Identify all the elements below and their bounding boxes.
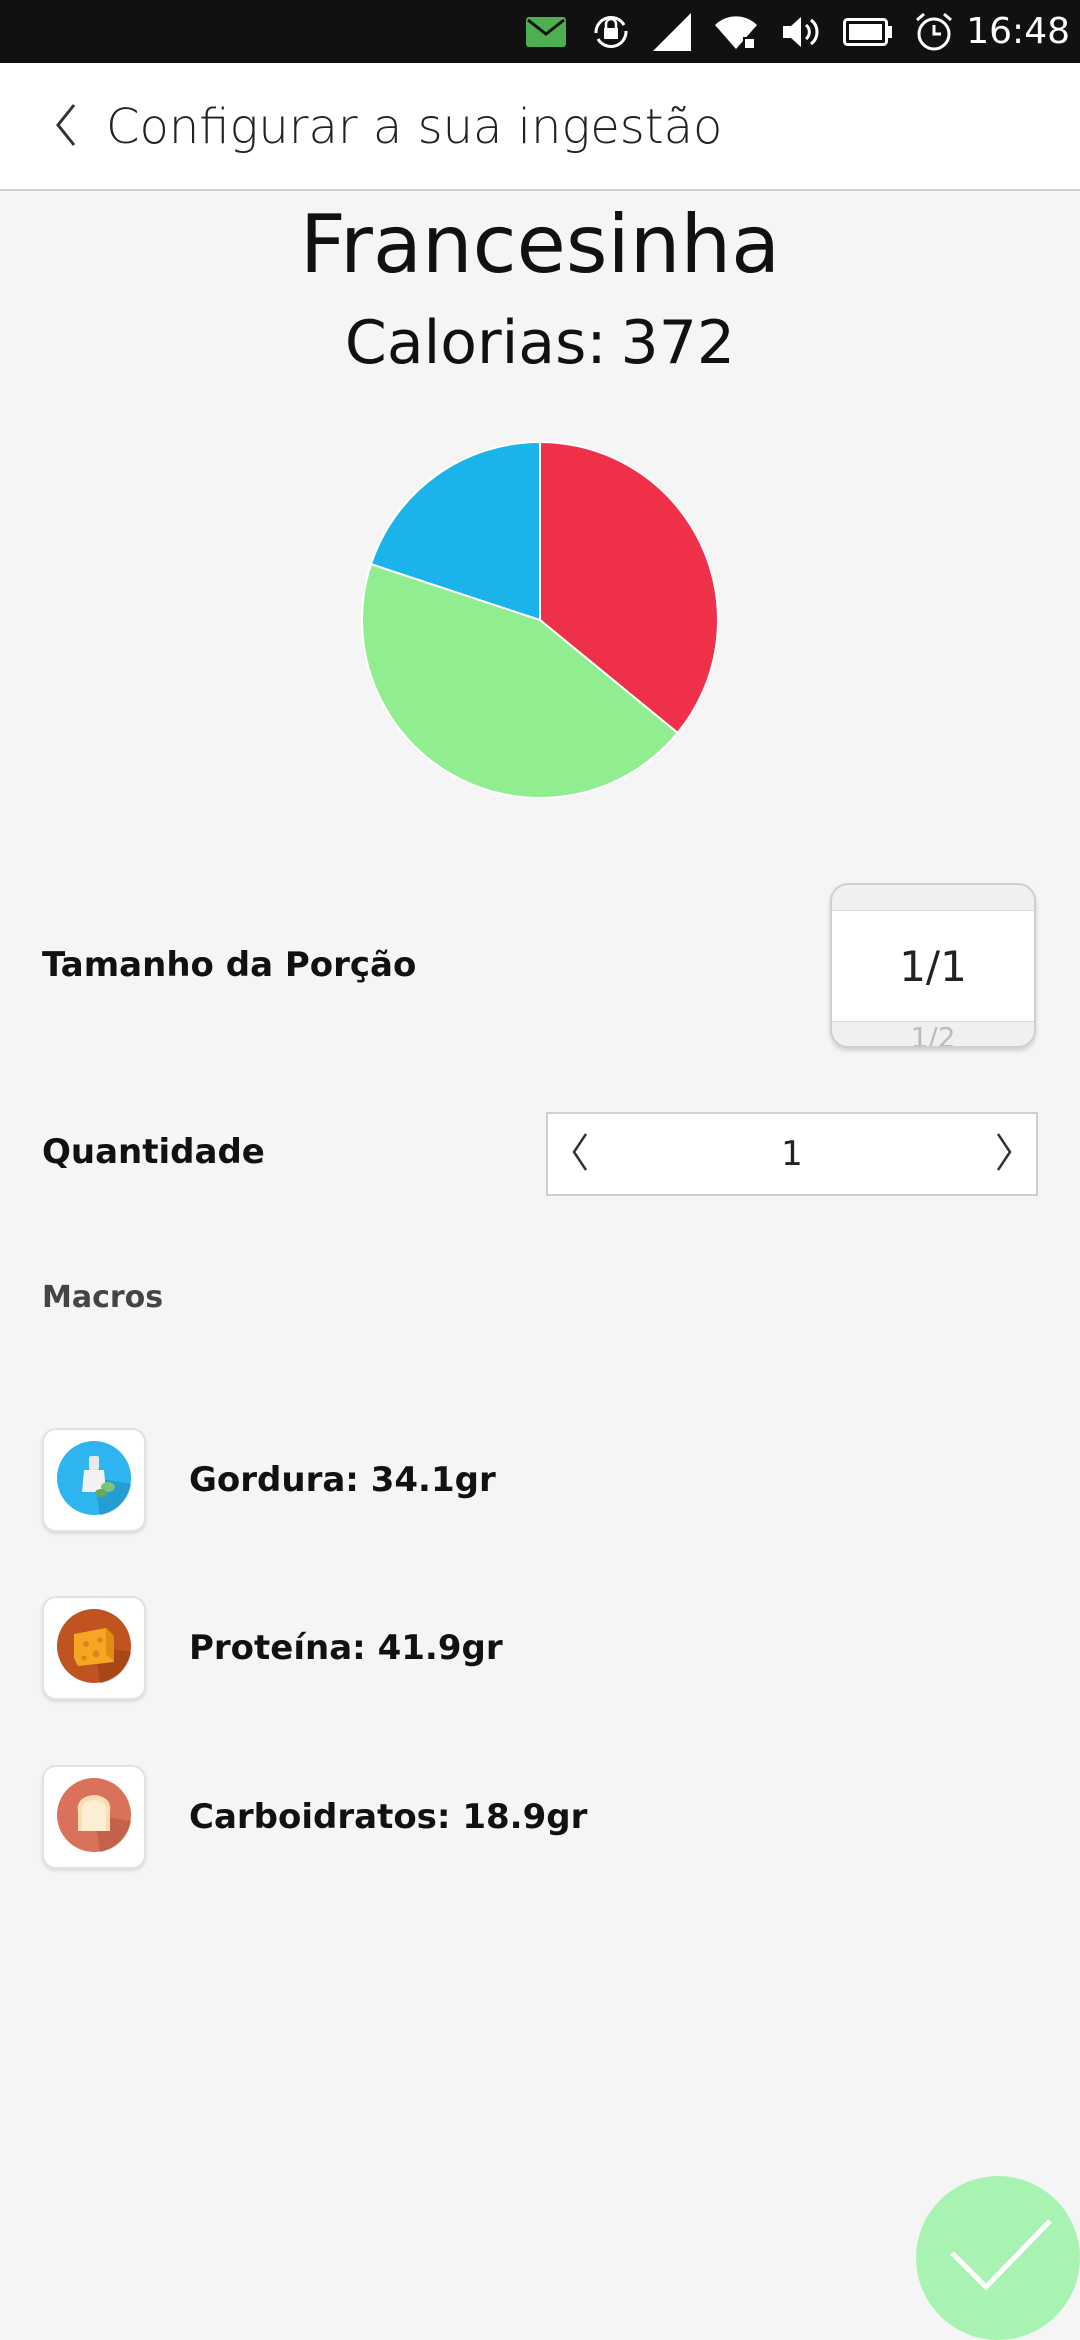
quantity-decrement-button[interactable] xyxy=(550,1114,610,1194)
macros-pie-chart xyxy=(360,440,720,800)
macros-section-label: Macros xyxy=(42,1280,164,1315)
confirm-button[interactable] xyxy=(916,2176,1080,2340)
volume-icon xyxy=(780,12,822,52)
chevron-left-icon xyxy=(570,1132,590,1176)
wifi-icon xyxy=(712,12,760,52)
alarm-icon xyxy=(912,12,956,52)
rotation-lock-icon xyxy=(588,12,634,52)
bread-icon xyxy=(56,1777,132,1857)
quantity-increment-button[interactable] xyxy=(974,1114,1034,1194)
calories-label: Calorias: xyxy=(344,308,607,378)
page-title: Configurar a sua ingestão xyxy=(106,99,723,155)
pie-chart-svg xyxy=(361,440,719,799)
portion-size-label: Tamanho da Porção xyxy=(42,945,417,985)
quantity-stepper[interactable]: 1 xyxy=(546,1112,1038,1196)
calories-text: Calorias: 372 xyxy=(0,305,1080,381)
fat-icon xyxy=(56,1440,132,1520)
back-button[interactable] xyxy=(36,93,96,161)
carbs-icon-tile xyxy=(42,1765,146,1869)
portion-next-option[interactable]: 1/2 xyxy=(832,1023,1034,1047)
chevron-right-icon xyxy=(994,1132,1014,1176)
list-item-carbs: Carboidratos: 18.9gr xyxy=(42,1765,1042,1869)
battery-icon xyxy=(842,12,894,52)
quantity-value[interactable]: 1 xyxy=(608,1114,976,1194)
calories-value: 372 xyxy=(620,308,736,378)
fat-macro-text: Gordura: 34.1gr xyxy=(189,1460,496,1500)
signal-icon xyxy=(652,12,692,52)
status-bar: 16:48 xyxy=(0,0,1080,63)
cheese-icon xyxy=(56,1608,132,1688)
quantity-label: Quantidade xyxy=(42,1132,265,1172)
header: Configurar a sua ingestão xyxy=(0,63,1080,191)
fat-icon-tile xyxy=(42,1428,146,1532)
protein-icon-tile xyxy=(42,1596,146,1700)
carbs-macro-text: Carboidratos: 18.9gr xyxy=(189,1797,588,1837)
protein-macro-text: Proteína: 41.9gr xyxy=(189,1628,503,1668)
list-item-protein: Proteína: 41.9gr xyxy=(42,1596,1042,1700)
list-item-fat: Gordura: 34.1gr xyxy=(42,1428,1042,1532)
message-icon xyxy=(525,12,567,52)
food-name: Francesinha xyxy=(299,198,781,291)
chevron-left-icon xyxy=(54,103,78,151)
status-time: 16:48 xyxy=(966,11,1070,52)
checkmark-icon xyxy=(938,2211,1058,2305)
portion-size-picker[interactable]: 1/1 1/2 xyxy=(830,883,1036,1048)
portion-selected-value[interactable]: 1/1 xyxy=(832,910,1034,1022)
